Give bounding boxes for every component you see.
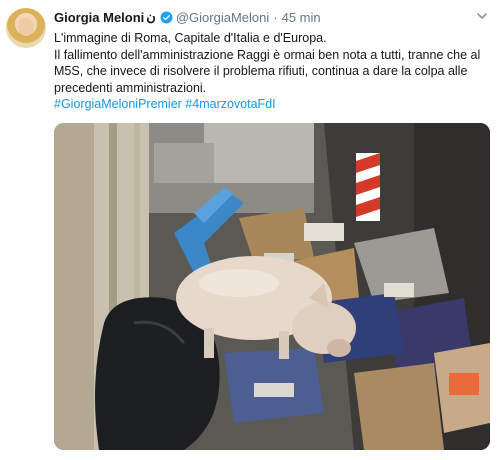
street-garbage-pig-image <box>54 123 490 450</box>
separator-dot: · <box>273 9 278 25</box>
author-name-suffix: ن <box>146 9 156 24</box>
tweet-text: L'immagine di Roma, Capitale d'Italia e … <box>54 30 484 113</box>
tweet-photo[interactable] <box>54 123 490 450</box>
avatar[interactable] <box>6 8 46 48</box>
tweet-timestamp[interactable]: 45 min <box>282 10 321 25</box>
tweet-header: Giorgia Meloni ن @GiorgiaMeloni · 45 min <box>54 9 321 25</box>
tweet-card: Giorgia Meloni ن @GiorgiaMeloni · 45 min… <box>0 0 500 460</box>
verified-badge-icon <box>160 11 173 23</box>
tweet-line-2: Il fallimento dell'amministrazione Raggi… <box>54 47 481 95</box>
chevron-down-icon[interactable] <box>476 10 488 22</box>
tweet-line-1: L'immagine di Roma, Capitale d'Italia e … <box>54 31 327 45</box>
tweet-hashtags[interactable]: #GiorgiaMeloniPremier #4marzovotaFdI <box>54 96 484 113</box>
author-name[interactable]: Giorgia Meloni <box>54 10 144 25</box>
author-handle[interactable]: @GiorgiaMeloni <box>176 10 269 25</box>
